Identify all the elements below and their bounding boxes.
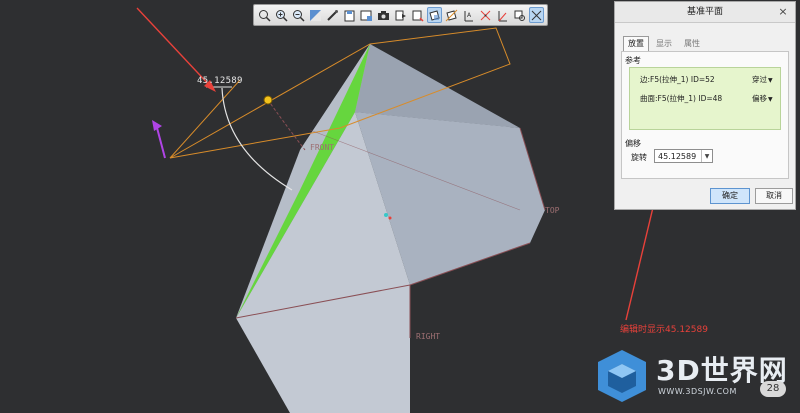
point-display-icon: A xyxy=(464,10,473,21)
front-plane-label: FRONT xyxy=(310,143,335,152)
references-list[interactable]: 边:F5(拉伸_1) ID=52 穿过▼ 曲面:F5(拉伸_1) ID=48 偏… xyxy=(629,67,781,130)
placement-panel: 参考 边:F5(拉伸_1) ID=52 穿过▼ 曲面:F5(拉伸_1) ID=4… xyxy=(621,51,789,179)
camera-icon xyxy=(378,10,389,20)
spin-center-button[interactable] xyxy=(393,7,408,23)
shade-icon xyxy=(327,9,338,21)
reference-item-surface[interactable]: 曲面:F5(拉伸_1) ID=48 xyxy=(640,93,722,104)
cancel-button[interactable]: 取消 xyxy=(755,188,793,204)
csys-display-icon xyxy=(480,10,491,20)
right-plane-label: RIGHT xyxy=(416,332,441,341)
constraint-through-label: 穿过 xyxy=(752,75,767,84)
chevron-down-icon: ▼ xyxy=(704,152,710,160)
saved-view-button[interactable] xyxy=(342,7,357,23)
reference-constraint-through[interactable]: 穿过▼ xyxy=(752,74,773,85)
zoom-out-icon xyxy=(293,9,305,22)
view-orient-button[interactable] xyxy=(308,7,323,23)
zoom-fit-button[interactable] xyxy=(257,7,272,23)
rotation-label: 旋转 xyxy=(631,153,647,162)
point-display-button[interactable]: A xyxy=(461,7,476,23)
watermark-badge: 28 xyxy=(760,381,786,397)
spin-button[interactable] xyxy=(512,7,527,23)
plane-display-icon xyxy=(429,9,440,21)
more-button[interactable] xyxy=(529,7,544,23)
reference-item-edge[interactable]: 边:F5(拉伸_1) ID=52 xyxy=(640,74,715,85)
axis-display-button[interactable] xyxy=(444,7,459,23)
tab-properties[interactable]: 属性 xyxy=(679,36,705,52)
offset-label: 偏移 xyxy=(625,139,641,148)
plane-display-button[interactable] xyxy=(427,7,442,23)
saved-view-icon xyxy=(344,10,355,21)
annotation-display-icon xyxy=(498,10,507,21)
spin-icon xyxy=(514,10,525,21)
datum-plane-dialog: 基准平面 × 放置 显示 属性 参考 边:F5(拉伸_1) ID=52 穿过▼ … xyxy=(614,1,796,210)
tab-display[interactable]: 显示 xyxy=(651,36,677,52)
display-style-button[interactable] xyxy=(359,7,374,23)
spin-center-icon xyxy=(395,10,406,20)
drag-handle[interactable] xyxy=(263,95,273,105)
drag-path xyxy=(267,99,306,151)
view-manager-button[interactable] xyxy=(410,7,425,23)
annotation-note: 编辑时显示45.12589 xyxy=(620,325,708,335)
datum-plane-edge xyxy=(169,79,241,159)
annotation-display-button[interactable] xyxy=(495,7,510,23)
view-manager-icon xyxy=(412,10,424,22)
svg-text:A: A xyxy=(467,12,472,19)
more-icon xyxy=(531,10,542,20)
dialog-title-bar[interactable]: 基准平面 × xyxy=(615,2,795,23)
constraint-offset-label: 偏移 xyxy=(752,94,767,103)
dimension-value-label[interactable]: 45.12589 xyxy=(197,76,243,86)
axis-display-icon xyxy=(445,9,458,21)
rotation-value[interactable]: 45.12589 xyxy=(655,152,701,161)
chevron-down-icon: ▼ xyxy=(768,77,773,84)
close-icon[interactable]: × xyxy=(777,2,789,22)
origin-marker xyxy=(384,213,388,217)
view-orient-icon xyxy=(310,9,321,21)
camera-button[interactable] xyxy=(376,7,391,23)
top-plane-label: TOP xyxy=(545,206,560,215)
direction-arrow[interactable] xyxy=(155,123,166,159)
rotation-dropdown-button[interactable]: ▼ xyxy=(701,150,712,162)
rotation-angle-arc xyxy=(221,87,293,191)
csys-display-button[interactable] xyxy=(478,7,493,23)
chevron-down-icon: ▼ xyxy=(768,96,773,103)
zoom-fit-icon xyxy=(259,9,271,22)
display-style-icon xyxy=(360,10,372,21)
zoom-in-icon xyxy=(276,9,288,22)
zoom-out-button[interactable] xyxy=(291,7,306,23)
ok-button[interactable]: 确定 xyxy=(710,188,750,204)
watermark-logo-icon xyxy=(598,350,646,402)
reference-constraint-offset[interactable]: 偏移▼ xyxy=(752,93,773,104)
dialog-tabs: 放置 显示 属性 xyxy=(623,36,707,52)
zoom-in-button[interactable] xyxy=(274,7,289,23)
shade-button[interactable] xyxy=(325,7,340,23)
references-label: 参考 xyxy=(625,56,641,65)
view-toolbar: A xyxy=(253,4,548,26)
origin-marker-red xyxy=(388,216,392,220)
dialog-title: 基准平面 xyxy=(686,7,723,17)
tab-placement[interactable]: 放置 xyxy=(623,36,649,52)
rotation-input[interactable]: 45.12589 ▼ xyxy=(654,149,713,163)
watermark-url: WWW.3DSJW.COM xyxy=(658,387,737,396)
